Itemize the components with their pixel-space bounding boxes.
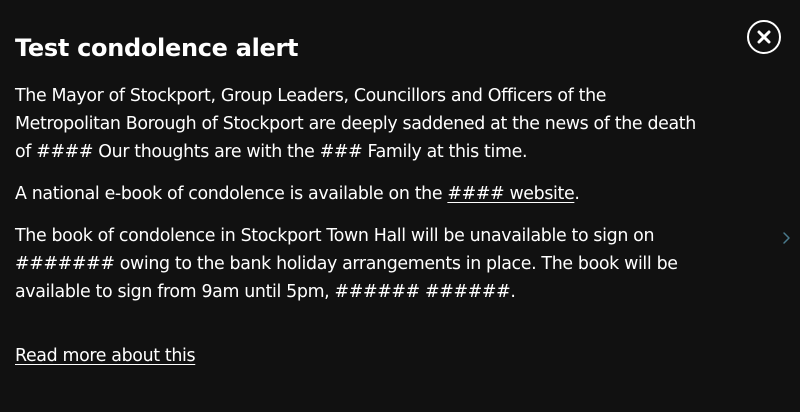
ebook-text-end: . [574,184,580,204]
alert-paragraph-town-hall: The book of condolence in Stockport Town… [15,226,678,302]
alert-paragraph-mayor-message: The Mayor of Stockport, Group Leaders, C… [15,86,696,162]
alert-paragraph-ebook: A national e-book of condolence is avail… [15,180,715,208]
next-alert-button[interactable] [780,228,794,248]
close-button[interactable] [747,20,781,54]
close-icon [757,30,771,44]
alert-title: Test condolence alert [15,34,299,62]
ebook-text: A national e-book of condolence is avail… [15,184,448,204]
chevron-right-icon [783,232,790,244]
ebook-website-link[interactable]: #### website [447,184,574,204]
alert-body: The Mayor of Stockport, Group Leaders, C… [15,82,715,320]
condolence-alert-banner: Test condolence alert The Mayor of Stock… [0,0,800,412]
read-more-link[interactable]: Read more about this [15,342,196,370]
